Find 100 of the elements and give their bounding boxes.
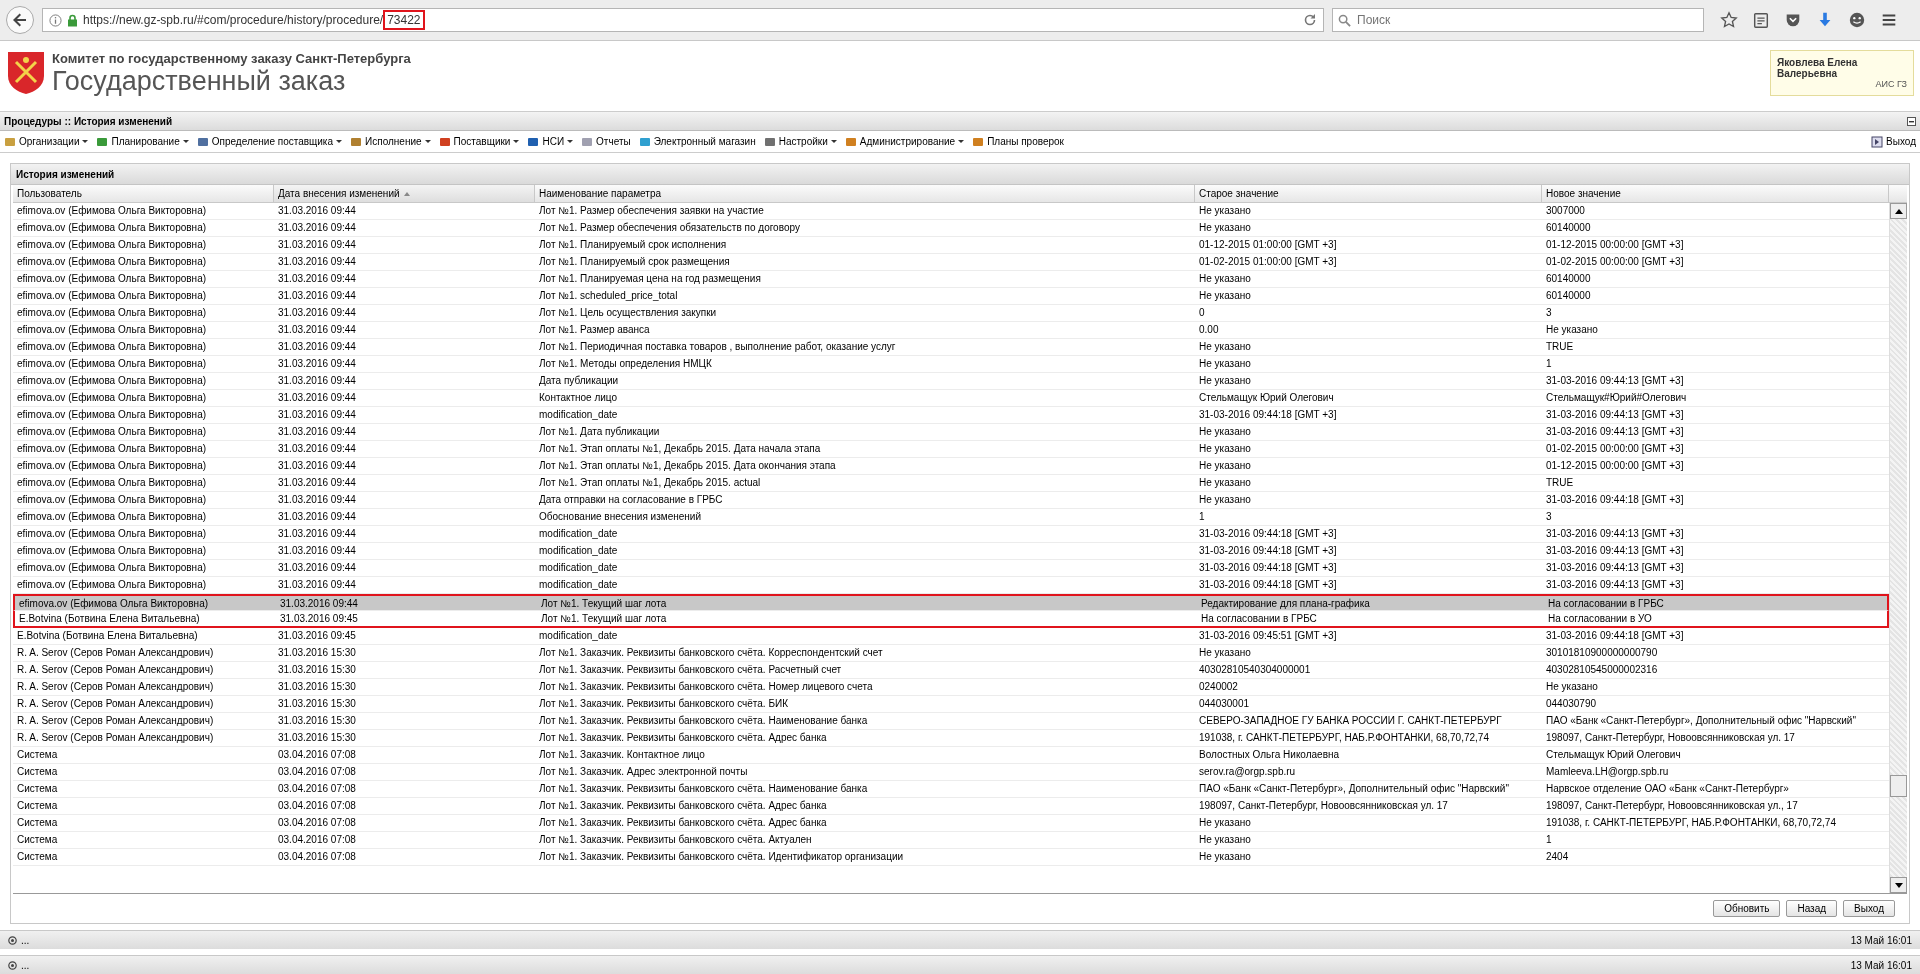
action-button[interactable]: Выход [1843,900,1895,917]
back-button[interactable] [6,6,34,34]
column-header[interactable]: Наименование параметра [535,185,1195,202]
table-row[interactable]: Система 03.04.2016 07:08 Лот №1. Заказчик. Адрес электронной почты serov.ra@orgp.spb.ru Mamleeva.LH@orgp.spb.ru [13,764,1889,781]
table-cell-text: 31-03-2016 09:44:13 [GMT +3] [1545,544,1685,558]
column-header[interactable]: Новое значение [1542,185,1889,202]
menu-item[interactable]: Настройки [761,135,839,148]
table-row[interactable]: R. A. Serov (Серов Роман Александрович) 31.03.2016 15:30 Лот №1. Заказчик. Реквизиты банковского счёта. Номер лицевого счета 0240002 Не указано [13,679,1889,696]
table-row[interactable]: efimova.ov (Ефимова Ольга Викторовна) 31.03.2016 09:44 Лот №1. Размер аванса 0.00 Не указано [13,322,1889,339]
star-icon[interactable] [1720,11,1738,29]
menu-item[interactable]: Организации [2,135,91,148]
table-cell-text: 31.03.2016 09:44 [277,493,357,507]
menu-item[interactable]: Исполнение [348,135,433,148]
table-cell-text: Лот №1. Заказчик. Реквизиты банковского счёта. Расчетный счет [538,663,843,677]
table-cell-text: Не указано [1545,680,1599,694]
menu-item[interactable]: Отчеты [579,135,633,148]
table-cell-text: efimova.ov (Ефимова Ольга Викторовна) [16,340,208,354]
table-cell-text: Не указано [1198,476,1252,490]
table-cell-text: Дата отправки на согласование в ГРБС [538,493,724,507]
menu-item[interactable]: Планы проверок [970,135,1066,148]
table-cell-text: 31.03.2016 09:44 [277,204,357,218]
table-row[interactable]: efimova.ov (Ефимова Ольга Викторовна) 31.03.2016 09:44 Контактное лицо Стельмащук Юрий Олегович Стельмащук#Юрий#Олегович [13,390,1889,407]
table-row[interactable]: efimova.ov (Ефимова Ольга Викторовна) 31.03.2016 09:44 Лот №1. Планируемый срок размещения 01-02-2015 01:00:00 [GMT +3] 01-02-2015 00:00:00 [GMT +3] [13,254,1889,271]
scroll-thumb[interactable] [1890,775,1907,797]
table-cell-text: 31-03-2016 09:44:13 [GMT +3] [1545,408,1685,422]
table-cell-text: 31.03.2016 15:30 [277,646,357,660]
table-row[interactable]: R. A. Serov (Серов Роман Александрович) 31.03.2016 15:30 Лот №1. Заказчик. Реквизиты банковского счёта. Корреспондентский счет Не указано 30101810900000000790 [13,645,1889,662]
table-row[interactable]: R. A. Serov (Серов Роман Александрович) 31.03.2016 15:30 Лот №1. Заказчик. Реквизиты банковского счёта. Расчетный счет 40302810540304000001 40302810545000002316 [13,662,1889,679]
action-button[interactable]: Обновить [1713,900,1781,917]
smiley-icon[interactable] [1848,11,1866,29]
menu-item[interactable]: Определение поставщика [194,135,345,148]
table-cell-text: Лот №1. Планируемая цена на год размещения [538,272,762,286]
dropdown-caret-icon [424,140,431,143]
table-row[interactable]: E.Botvina (Ботвина Елена Витальевна) 31.03.2016 09:45 Лот №1. Текущий шаг лота На согласовании в ГРБС На согласовании в УО [13,611,1889,628]
table-row[interactable]: efimova.ov (Ефимова Ольга Викторовна) 31.03.2016 09:44 Лот №1. Текущий шаг лота Редактирование для плана-графика На согласовании в ГРБС [13,594,1889,611]
table-cell-text: Не указано [1198,493,1252,507]
menu-item[interactable]: Поставщики [436,135,522,148]
table-cell-text: 31-03-2016 09:44:18 [GMT +3] [1198,578,1338,592]
column-header[interactable]: Старое значение [1195,185,1542,202]
table-cell-text: 31-03-2016 09:44:13 [GMT +3] [1545,374,1685,388]
table-row[interactable]: efimova.ov (Ефимова Ольга Викторовна) 31.03.2016 09:44 modification_date 31-03-2016 09:44:18 [GMT +3] 31-03-2016 09:44:13 [GMT +3] [13,407,1889,424]
tile-icon [763,135,776,148]
table-row[interactable] [13,730,1889,747]
menu-item[interactable]: Электронный магазин [636,135,758,148]
table-cell-text: 31.03.2016 09:44 [277,272,357,286]
table-row[interactable]: Система 03.04.2016 07:08 Лот №1. Заказчик. Реквизиты банковского счёта. Адрес банка 198097, Санкт-Петербург, Новоовсянниковская ул. 17 198097, Санкт-Петербург, Новоовсянниковская ул., 17 [13,798,1889,815]
table-row[interactable]: efimova.ov (Ефимова Ольга Викторовна) 31.03.2016 09:44 Дата публикации Не указано 31-03-2016 09:44:13 [GMT +3] [13,373,1889,390]
table-cell-text: 31.03.2016 15:30 [277,714,357,728]
table-row[interactable]: efimova.ov (Ефимова Ольга Викторовна) 31.03.2016 09:44 modification_date 31-03-2016 09:44:18 [GMT +3] 31-03-2016 09:44:13 [GMT +3] [13,526,1889,543]
table-row[interactable]: efimova.ov (Ефимова Ольга Викторовна) 31.03.2016 09:44 Обоснование внесения изменений 1 3 [13,509,1889,526]
table-row[interactable]: efimova.ov (Ефимова Ольга Викторовна) 31.03.2016 09:44 modification_date 31-03-2016 09:44:18 [GMT +3] 31-03-2016 09:44:13 [GMT +3] [13,560,1889,577]
table-cell-text: 31.03.2016 09:44 [277,425,357,439]
table-row[interactable]: efimova.ov (Ефимова Ольга Викторовна) 31.03.2016 09:44 Лот №1. Этап оплаты №1, Декабрь 2015. Дата окончания этапа Не указано 01-12-2015 00:00:00 [GMT +3] [13,458,1889,475]
scroll-down-button[interactable] [1890,877,1907,893]
table-row[interactable]: Система 03.04.2016 07:08 Лот №1. Заказчик. Реквизиты банковского счёта. Идентификатор организации Не указано 2404 [13,849,1889,866]
shield-logo-icon [6,50,46,96]
table-cell-text: efimova.ov (Ефимова Ольга Викторовна) [16,578,208,592]
menu-item[interactable]: Планирование [94,135,191,148]
table-cell-text: ПАО «Банк «Санкт-Петербург», Дополнительный офис "Нарвский" [1198,782,1510,796]
search-field[interactable]: Поиск [1332,8,1704,32]
table-row[interactable]: E.Botvina (Ботвина Елена Витальевна) 31.03.2016 09:45 modification_date 31-03-2016 09:45:51 [GMT +3] 31-03-2016 09:44:18 [GMT +3] [13,628,1889,645]
table-row[interactable]: Система 03.04.2016 07:08 Лот №1. Заказчик. Реквизиты банковского счёта. Адрес банка Не указано 191038, г. САНКТ-ПЕТЕРБУРГ, НАБ.Р.ФОНТАНКИ, 68,70,72,74 [13,815,1889,832]
table-cell-text: modification_date [538,578,619,592]
table-row[interactable]: Система 03.04.2016 07:08 Лот №1. Заказчик. Контактное лицо Волостных Ольга Николаевна Стельмащук Юрий Олегович [13,747,1889,764]
table-row[interactable]: efimova.ov (Ефимова Ольга Викторовна) 31.03.2016 09:44 Лот №1. Этап оплаты №1, Декабрь 2015. actual Не указано TRUE [13,475,1889,492]
table-row[interactable]: Система 03.04.2016 07:08 Лот №1. Заказчик. Реквизиты банковского счёта. Актуален Не указано 1 [13,832,1889,849]
table-row[interactable]: efimova.ov (Ефимова Ольга Викторовна) 31.03.2016 09:44 Лот №1. Дата публикации Не указано 31-03-2016 09:44:13 [GMT +3] [13,424,1889,441]
app-title: Государственный заказ [52,65,346,96]
scrollbar[interactable] [1889,203,1907,893]
scroll-up-button[interactable] [1890,203,1907,219]
table-row[interactable]: R. A. Serov (Серов Роман Александрович) 31.03.2016 15:30 Лот №1. Заказчик. Реквизиты банковского счёта. БИК 044030001 044030790 [13,696,1889,713]
table-row[interactable]: efimova.ov (Ефимова Ольга Викторовна) 31.03.2016 09:44 Лот №1. scheduled_price_total Не указано 60140000 [13,288,1889,305]
reload-icon[interactable] [1303,13,1317,27]
table-cell-text: 31-03-2016 09:44:13 [GMT +3] [1545,561,1685,575]
table-row[interactable]: efimova.ov (Ефимова Ольга Викторовна) 31.03.2016 09:44 Лот №1. Цель осуществления закупки 0 3 [13,305,1889,322]
logout-button[interactable]: Выход [1869,135,1918,148]
column-header[interactable]: Дата внесения изменений [274,185,535,202]
clipboard-icon[interactable] [1752,11,1770,29]
action-button[interactable]: Назад [1786,900,1838,917]
table-cell-text: Не указано [1198,833,1252,847]
status-text: ... [21,934,30,946]
table-row[interactable] [13,713,1889,730]
minimize-icon[interactable] [1907,116,1916,126]
table-row[interactable]: efimova.ov (Ефимова Ольга Викторовна) 31.03.2016 09:44 Дата отправки на согласование в ГРБС Не указано 31-03-2016 09:44:18 [GMT +3] [13,492,1889,509]
address-bar[interactable]: https://new.gz-spb.ru/#com/procedure/history/procedure/ 73422 [42,8,1324,32]
table-row[interactable]: Система 03.04.2016 07:08 Лот №1. Заказчик. Реквизиты банковского счёта. Наименование банка ПАО «Банк «Санкт-Петербург», Дополнительный офис "Нарвский" Нарвское отделение ОАО «Банк «Санкт-Петербург» [13,781,1889,798]
menu-item[interactable]: НСИ [525,135,576,148]
table-row[interactable]: efimova.ov (Ефимова Ольга Викторовна) 31.03.2016 09:44 Лот №1. Периодичная поставка товаров , выполнение работ, оказание услуг Не указано TRUE [13,339,1889,356]
table-row[interactable]: efimova.ov (Ефимова Ольга Викторовна) 31.03.2016 09:44 Лот №1. Планируемый срок исполнения 01-12-2015 01:00:00 [GMT +3] 01-12-2015 00:00:00 [GMT +3] [13,237,1889,254]
table-cell-text: Контактное лицо [538,391,619,405]
table-row[interactable]: efimova.ov (Ефимова Ольга Викторовна) 31.03.2016 09:44 Лот №1. Размер обеспечения обязательств по договору Не указано 60140000 [13,220,1889,237]
table-row[interactable]: efimova.ov (Ефимова Ольга Викторовна) 31.03.2016 09:44 Лот №1. Размер обеспечения заявки на участие Не указано 3007000 [13,203,1889,220]
table-row[interactable]: efimova.ov (Ефимова Ольга Викторовна) 31.03.2016 09:44 Лот №1. Этап оплаты №1, Декабрь 2015. Дата начала этапа Не указано 01-02-2015 00:00:00 [GMT +3] [13,441,1889,458]
table-cell-text: modification_date [538,408,619,422]
table-row[interactable]: efimova.ov (Ефимова Ольга Викторовна) 31.03.2016 09:44 modification_date 31-03-2016 09:44:18 [GMT +3] 31-03-2016 09:44:13 [GMT +3] [13,543,1889,560]
table-cell-text: 2404 [1545,850,1570,864]
table-row[interactable]: efimova.ov (Ефимова Ольга Викторовна) 31.03.2016 09:44 Лот №1. Планируемая цена на год размещения Не указано 60140000 [13,271,1889,288]
table-row[interactable]: efimova.ov (Ефимова Ольга Викторовна) 31.03.2016 09:44 Лот №1. Методы определения НМЦК Не указано 1 [13,356,1889,373]
info-icon[interactable] [49,13,62,27]
menu-item[interactable]: Администрирование [842,135,967,148]
